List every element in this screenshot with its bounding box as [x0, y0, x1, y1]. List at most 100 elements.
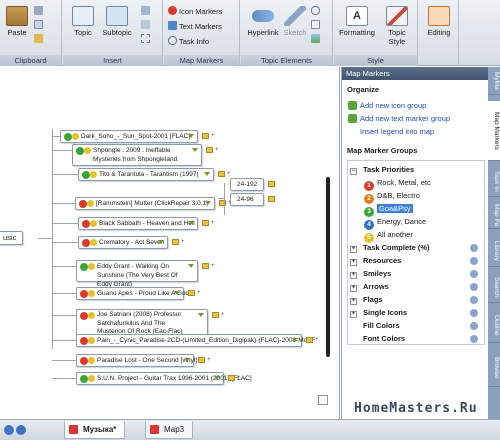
topic-node[interactable]: Dark_Soho_-_Sun_Spot-2001 [FLAC] [60, 130, 198, 143]
tab-map3[interactable]: Мар3 [145, 421, 194, 439]
dropdown-arrow-icon[interactable] [204, 172, 210, 176]
priority-item[interactable]: 2 D&B, Electro [364, 189, 492, 204]
task-info-button[interactable]: Task Info [168, 36, 209, 47]
priority-item[interactable]: 1 Rock, Metal, etc [364, 176, 492, 191]
side-tab[interactable]: Browse [488, 349, 500, 387]
dropdown-arrow-icon[interactable] [292, 338, 298, 342]
tab-muzyka[interactable]: Музыка* [64, 421, 126, 439]
copy-button[interactable] [34, 20, 45, 31]
hyperlink-button[interactable]: Hyperlink [243, 6, 283, 37]
notes-button[interactable] [311, 20, 322, 31]
forward-icon[interactable] [16, 425, 26, 435]
marker-group[interactable]: Font Colors [350, 332, 478, 345]
formatting-button[interactable]: A Formatting [336, 6, 378, 37]
back-icon[interactable] [4, 425, 14, 435]
image-button[interactable] [311, 34, 322, 45]
side-tab[interactable]: Map Pa [488, 203, 500, 229]
group-options-icon[interactable] [470, 335, 478, 343]
group-options-icon[interactable] [470, 244, 478, 252]
dropdown-arrow-icon[interactable] [174, 291, 180, 295]
side-tab[interactable]: Library [488, 235, 500, 267]
marker-group[interactable]: + Single Icons [350, 306, 478, 319]
marker-group[interactable]: + Task Complete (%) [350, 241, 478, 254]
dropdown-arrow-icon[interactable] [188, 264, 194, 268]
expand-icon[interactable]: + [350, 285, 357, 292]
side-tab[interactable]: Task In [488, 167, 500, 197]
expand-icon[interactable]: + [181, 239, 187, 245]
expand-icon[interactable]: + [207, 357, 213, 363]
expand-icon[interactable]: + [211, 133, 217, 139]
side-tab[interactable]: Search [488, 273, 500, 303]
topic-node[interactable]: Pain_-_Cynic_Paradise-2CD-(Limited_Editi… [76, 334, 315, 347]
collapse-icon[interactable]: − [350, 168, 357, 175]
group-options-icon[interactable] [470, 296, 478, 304]
group-options-icon[interactable] [470, 309, 478, 317]
sketch-button[interactable]: Sketch [281, 6, 309, 37]
side-tab[interactable]: Outline [488, 309, 500, 343]
marker-group[interactable]: + Flags [350, 293, 478, 306]
priority-item[interactable]: 4 Energy, Dance [364, 215, 492, 230]
topic-node[interactable]: S.U.N. Project - Guitar Trax 1996-2001 (… [76, 372, 252, 385]
marker-group[interactable]: + Arrows [350, 280, 478, 293]
subtopic-24-192[interactable]: 24-192 [230, 178, 264, 191]
expand-icon[interactable]: + [211, 263, 217, 269]
boundary-button[interactable] [141, 34, 152, 45]
topic-node[interactable]: Guano Apes - Proud Like A God [76, 287, 189, 300]
marker-group[interactable]: Fill Colors [350, 319, 478, 332]
fit-map-icon[interactable] [318, 395, 328, 405]
dropdown-arrow-icon[interactable] [192, 148, 198, 152]
marker-group[interactable]: + Resources [350, 254, 478, 267]
topic-node[interactable]: Black Sabbath - Heaven and Hell [78, 217, 198, 230]
group-options-icon[interactable] [470, 283, 478, 291]
topic-node[interactable]: Eddy Grant - Walking On Sunshine (The Ve… [76, 260, 198, 288]
paste-button[interactable]: Paste [4, 6, 30, 37]
expand-icon[interactable]: + [237, 375, 243, 381]
topic-button[interactable]: Topic [67, 6, 99, 37]
dropdown-arrow-icon[interactable] [188, 221, 194, 225]
attachment-button[interactable] [311, 6, 322, 17]
group-options-icon[interactable] [470, 322, 478, 330]
expand-icon[interactable]: + [350, 272, 357, 279]
dropdown-arrow-icon[interactable] [184, 358, 190, 362]
dropdown-arrow-icon[interactable] [198, 313, 204, 317]
text-markers-button[interactable]: Text Markers [168, 21, 222, 32]
insert-legend-link[interactable]: Insert legend into map [360, 127, 434, 136]
group-task-priorities[interactable]: − Task Priorities [350, 163, 478, 176]
topic-style-button[interactable]: Topic Style [380, 6, 414, 46]
expand-icon[interactable]: + [350, 311, 357, 318]
group-options-icon[interactable] [470, 270, 478, 278]
priority-item[interactable]: 3 Goa&Psy [364, 202, 492, 217]
expand-icon[interactable]: + [227, 171, 233, 177]
relationship-button[interactable] [141, 20, 152, 31]
expand-icon[interactable]: + [315, 337, 321, 343]
topic-node[interactable]: [Rammstein] Mutter (ClickRepair 3.0.1) [75, 197, 215, 210]
topic-node[interactable]: Crematory - Act Seven [78, 236, 168, 249]
expand-icon[interactable]: + [350, 298, 357, 305]
central-topic[interactable]: usic [0, 231, 24, 245]
priority-item[interactable]: 5 All another [364, 228, 492, 243]
callout-button[interactable] [141, 6, 152, 17]
vertical-scrollbar[interactable] [326, 177, 330, 357]
add-icon-group-link[interactable]: Add new icon group [360, 101, 426, 110]
subtopic-24-96[interactable]: 24-96 [230, 193, 264, 206]
topic-node[interactable]: Shpongle . 2009 . Ineffable Mysteries fr… [72, 144, 202, 166]
format-painter-button[interactable] [34, 34, 45, 45]
marker-group[interactable]: + Smileys [350, 267, 478, 280]
topic-node[interactable]: Paradise Lost - One Second [vinyl] [76, 354, 197, 367]
icon-markers-button[interactable]: Icon Markers [168, 6, 222, 17]
map-canvas[interactable]: usic Dark_Soho_-_Sun_Spot-2001 [FLAC] + Sh… [0, 67, 340, 419]
dropdown-arrow-icon[interactable] [188, 134, 194, 138]
cut-button[interactable] [34, 6, 45, 17]
topic-node[interactable]: Tito & Tarantula - Tarantism (1997) [78, 168, 214, 181]
group-options-icon[interactable] [470, 257, 478, 265]
dropdown-arrow-icon[interactable] [214, 376, 220, 380]
add-text-group-link[interactable]: Add new text marker group [360, 114, 450, 123]
expand-icon[interactable]: + [197, 290, 203, 296]
expand-icon[interactable]: + [211, 220, 217, 226]
editing-button[interactable]: Editing [421, 6, 457, 37]
expand-icon[interactable]: + [221, 312, 227, 318]
expand-icon[interactable]: + [350, 259, 357, 266]
expand-icon[interactable]: + [215, 147, 221, 153]
expand-icon[interactable]: + [350, 246, 357, 253]
subtopic-button[interactable]: Subtopic [99, 6, 135, 37]
